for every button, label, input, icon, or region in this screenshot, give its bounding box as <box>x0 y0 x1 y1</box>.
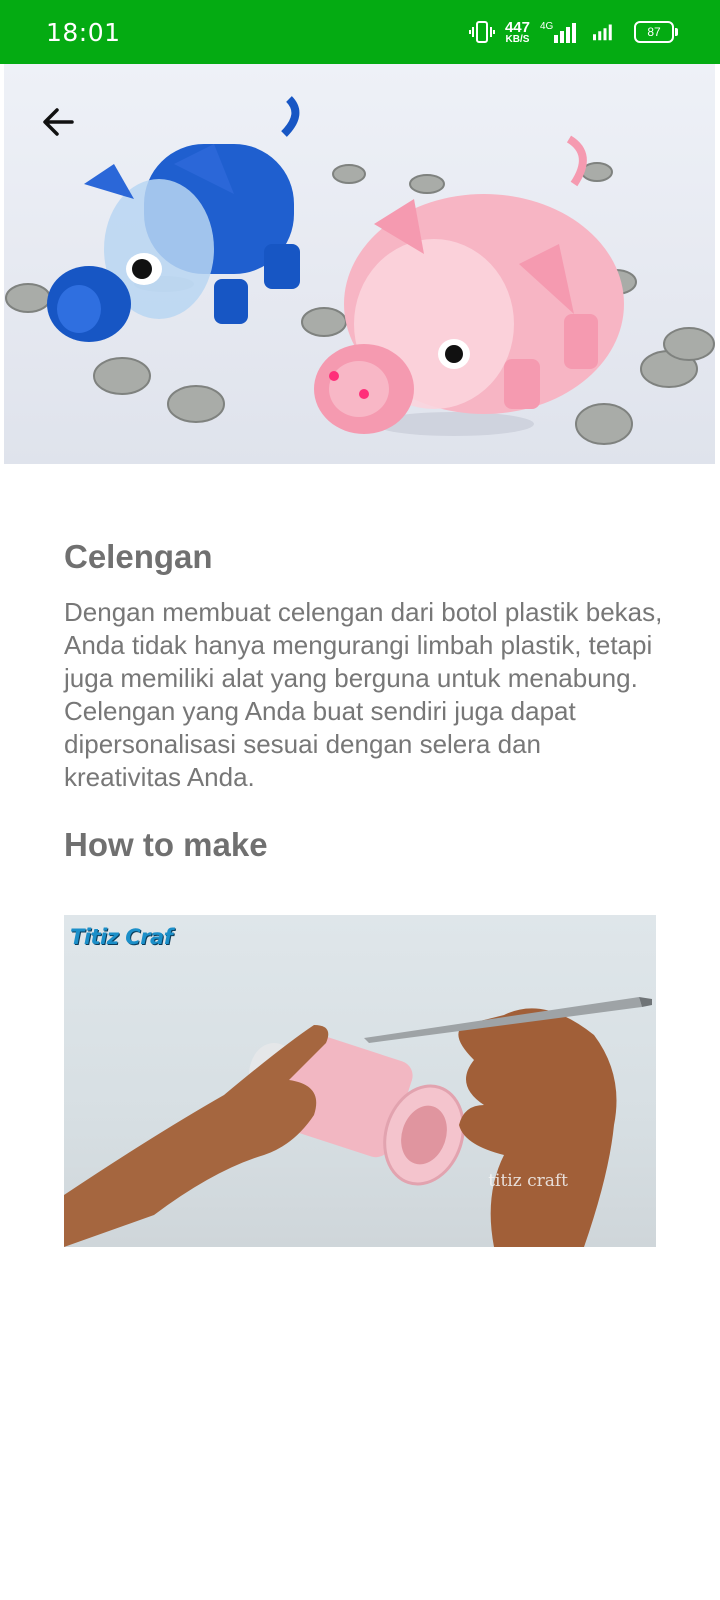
tutorial-caption: titiz craft <box>488 1171 568 1191</box>
how-to-heading: How to make <box>64 826 268 863</box>
article-description: Dengan membuat celengan dari botol plast… <box>64 597 663 792</box>
battery-level: 87 <box>647 25 661 39</box>
network-type-label: 4G <box>540 21 554 32</box>
net-speed-unit: KB/S <box>505 33 530 45</box>
tutorial-photo <box>64 997 652 1247</box>
signal-icon <box>593 24 612 41</box>
vibrate-icon <box>468 21 495 43</box>
status-icons: 447 KB/S 4G 87 <box>468 19 678 45</box>
back-button[interactable] <box>36 100 80 144</box>
status-time: 18:01 <box>46 17 121 47</box>
signal-4g-icon: 4G <box>540 21 576 43</box>
battery-icon: 87 <box>634 21 678 43</box>
article-title: Celengan <box>64 538 213 575</box>
tutorial-watermark: Titiz Craf <box>70 925 173 949</box>
tutorial-image[interactable]: Titiz Craf titiz craft <box>64 915 656 1247</box>
arrow-left-icon <box>43 108 74 136</box>
status-bar: 18:01 447 KB/S 4G 87 <box>0 0 720 64</box>
net-speed: 447 KB/S <box>505 20 530 45</box>
hero-image <box>4 64 715 464</box>
piggy-banks-photo <box>5 96 715 445</box>
net-speed-value: 447 <box>504 18 530 36</box>
